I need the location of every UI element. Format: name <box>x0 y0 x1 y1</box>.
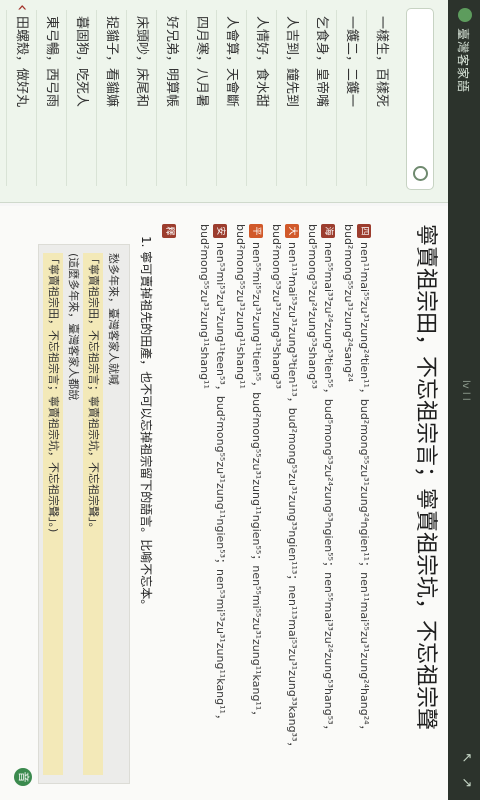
list-item[interactable]: 田螺殼，做好丸 <box>6 10 36 186</box>
dialect-tag: 四 <box>357 224 371 238</box>
word-list-pane: 一樣生，百樣死 一鑊二，二鑊一 乞食身，皇帝嘴 人吉到，鐘先到 人情好，食水甜 … <box>0 0 448 203</box>
list-item[interactable]: 四月寒，八月暑 <box>186 10 216 186</box>
audio-icon[interactable]: 音 <box>14 768 32 786</box>
pron-text: nen¹¹³mai⁵³zu³¹zung³³tien¹¹³，bud²mong⁵³z… <box>270 224 299 753</box>
app-title: 臺灣客家語 <box>456 28 470 94</box>
example-box: 愁多年來，臺灣客家人就喊 「寧賣祖宗田，不忘祖宗言；寧賣祖宗坑，不忘祖宗聲」。 … <box>38 244 130 784</box>
pron-text: nen⁵³mi⁵³zu³¹zung¹¹teen⁵³，bud²mong⁵⁵zu³¹… <box>198 224 227 725</box>
dialect-tag: 海 <box>321 224 335 238</box>
app-screen: 臺灣客家語 lv l l ↖ ↗ 一樣生，百樣死 一鑊二，二鑊一 乞食身，皇帝嘴… <box>0 0 480 800</box>
example-line: (這麼多年來，臺灣客家人都說 <box>67 253 80 401</box>
pron-row: 海nen⁵⁵mai³³zu²⁴zung⁵³tien⁵⁵，bud⁵mong⁵³zu… <box>304 224 336 784</box>
pron-row: 安nen⁵³mi⁵³zu³¹zung¹¹teen⁵³，bud²mong⁵⁵zu³… <box>196 224 228 784</box>
dialect-tag: 平 <box>249 224 263 238</box>
app-bar: 臺灣客家語 lv l l ↖ ↗ <box>448 0 480 800</box>
pron-text: nen⁵⁵mai³³zu²⁴zung⁵³tien⁵⁵，bud⁵mong⁵³zu²… <box>306 224 335 736</box>
pron-row: 四nen¹¹mai⁵⁵zu³¹zung²⁴tien¹¹，bud²mong⁵⁵zu… <box>340 224 372 784</box>
pron-text: nen⁵⁵mi⁵⁵zu³¹zung¹¹tien⁵⁵，bud²mong⁵⁵zu³¹… <box>234 224 263 722</box>
share-icon[interactable]: ↗ <box>459 777 474 788</box>
list-item[interactable]: 一樣生，百樣死 <box>366 10 396 186</box>
dialect-tag: 大 <box>285 224 299 238</box>
example-line: 「寧賣祖宗田，不忘祖宗言；寧賣祖宗坑，不忘祖宗聲」。) <box>43 253 63 775</box>
back-chevron-icon[interactable]: ‹ <box>12 4 33 11</box>
list-item[interactable]: 人會算，天會斷 <box>216 10 246 186</box>
list-item[interactable]: 好兄弟，明算帳 <box>156 10 186 186</box>
list-item[interactable]: 捉貓子，看貓嫲 <box>96 10 126 186</box>
meaning-text: 1. 寧可賣掉祖先的田產，也不可以忘掉祖宗留下的語言。比喻不忘本。 <box>139 236 153 612</box>
entry-content: 寧賣祖宗田，不忘祖宗言；寧賣祖宗坑，不忘祖宗聲 四nen¹¹mai⁵⁵zu³¹z… <box>0 206 448 800</box>
list-item[interactable]: 人情好，食水甜 <box>246 10 276 186</box>
app-logo-icon <box>458 8 472 22</box>
pron-row: 平nen⁵⁵mi⁵⁵zu³¹zung¹¹tien⁵⁵，bud²mong⁵⁵zu³… <box>232 224 264 784</box>
list-item[interactable]: 人吉到，鐘先到 <box>276 10 306 186</box>
list-item[interactable]: 暮固狗，吃死人 <box>66 10 96 186</box>
back-arrow-icon[interactable]: ↖ <box>459 752 474 763</box>
search-input[interactable] <box>406 8 434 190</box>
list-item[interactable]: 一鑊二，二鑊一 <box>336 10 366 186</box>
pron-row: 大nen¹¹³mai⁵³zu³¹zung³³tien¹¹³，bud²mong⁵³… <box>268 224 300 784</box>
list-item[interactable]: 乞食身，皇帝嘴 <box>306 10 336 186</box>
word-list: 一樣生，百樣死 一鑊二，二鑊一 乞食身，皇帝嘴 人吉到，鐘先到 人情好，食水甜 … <box>6 10 396 186</box>
pron-text: nen¹¹mai⁵⁵zu³¹zung²⁴tien¹¹，bud²mong⁵⁵zu³… <box>342 224 371 736</box>
app-bar-icons: ↖ ↗ <box>459 752 474 788</box>
entry-heading: 寧賣祖宗田，不忘祖宗言；寧賣祖宗坑，不忘祖宗聲 <box>413 224 438 731</box>
example-line: 「寧賣祖宗田，不忘祖宗言；寧賣祖宗坑，不忘祖宗聲」。 <box>83 253 103 775</box>
search-icon <box>413 166 428 181</box>
list-item[interactable]: 東弓暢，西弓雨 <box>36 10 66 186</box>
dialect-tag: 安 <box>213 224 227 238</box>
app-bar-center-label: lv l l <box>460 380 471 401</box>
example-line: 愁多年來，臺灣客家人就喊 <box>107 253 120 385</box>
meaning-tag: 釋 <box>162 224 176 238</box>
list-item[interactable]: 床頭吵，床尾和 <box>126 10 156 186</box>
